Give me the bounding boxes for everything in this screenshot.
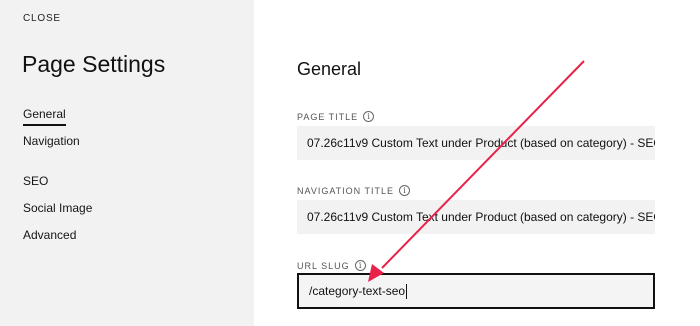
navigation-title-value: 07.26c11v9 Custom Text under Product (ba… bbox=[307, 210, 655, 224]
sidebar-item-seo[interactable]: SEO bbox=[23, 174, 48, 188]
close-button[interactable]: CLOSE bbox=[23, 13, 61, 24]
sidebar-item-general[interactable]: General bbox=[23, 107, 66, 126]
sidebar-item-social-image[interactable]: Social Image bbox=[23, 201, 92, 215]
info-icon[interactable]: i bbox=[399, 185, 411, 196]
page-title-label-text: PAGE TITLE bbox=[297, 111, 359, 122]
sidebar-item-navigation[interactable]: Navigation bbox=[23, 134, 80, 148]
navigation-title-label: NAVIGATION TITLE i bbox=[297, 185, 411, 196]
page-settings-panel: CLOSE Page Settings General Navigation S… bbox=[0, 0, 700, 326]
url-slug-label: URL SLUG i bbox=[297, 260, 366, 271]
url-slug-value: /category-text-seo bbox=[309, 284, 406, 298]
text-caret bbox=[406, 283, 408, 299]
page-title-field[interactable]: 07.26c11v9 Custom Text under Product (ba… bbox=[297, 126, 655, 160]
sidebar: CLOSE Page Settings General Navigation S… bbox=[0, 0, 254, 326]
info-icon[interactable]: i bbox=[354, 260, 366, 271]
section-heading: General bbox=[297, 59, 362, 79]
navigation-title-label-text: NAVIGATION TITLE bbox=[297, 185, 395, 196]
sidebar-title: Page Settings bbox=[22, 51, 166, 77]
main-content: General PAGE TITLE i 07.26c11v9 Custom T… bbox=[254, 0, 700, 326]
page-title-value: 07.26c11v9 Custom Text under Product (ba… bbox=[307, 136, 655, 150]
navigation-title-field[interactable]: 07.26c11v9 Custom Text under Product (ba… bbox=[297, 200, 655, 234]
url-slug-field[interactable]: /category-text-seo bbox=[297, 273, 655, 309]
sidebar-item-advanced[interactable]: Advanced bbox=[23, 228, 76, 242]
info-icon[interactable]: i bbox=[363, 111, 375, 122]
page-title-label: PAGE TITLE i bbox=[297, 111, 375, 122]
url-slug-label-text: URL SLUG bbox=[297, 260, 350, 271]
